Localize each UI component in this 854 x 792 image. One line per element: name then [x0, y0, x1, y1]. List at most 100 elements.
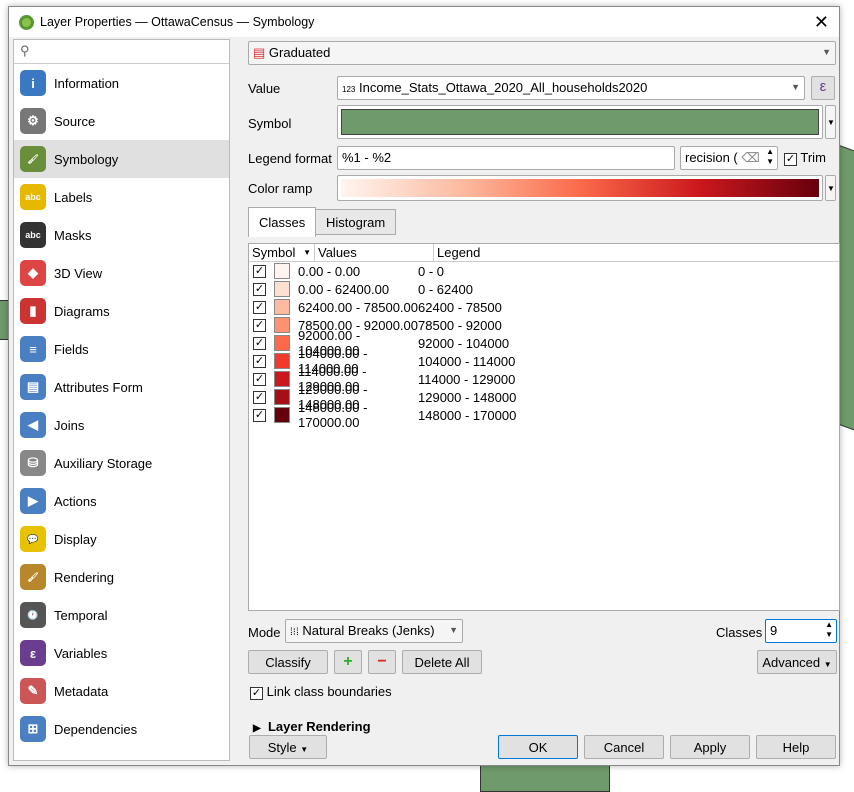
class-symbol-swatch[interactable] — [274, 371, 290, 387]
class-checkbox[interactable]: ✓ — [253, 300, 266, 314]
sidebar-item-symbology[interactable]: 🖌 Symbology — [14, 140, 229, 178]
qgis-logo-icon — [19, 14, 34, 30]
class-legend[interactable]: 62400 - 78500 — [418, 300, 502, 315]
class-symbol-swatch[interactable] — [274, 263, 290, 279]
sidebar-item-label: 3D View — [54, 265, 103, 281]
sidebar-item-masks[interactable]: abc Masks — [14, 216, 229, 254]
numeric-type-icon: 123 — [342, 85, 356, 94]
sidebar-search[interactable]: ⚲ — [14, 40, 229, 64]
legend-format-input[interactable]: %1 - %2 — [337, 146, 675, 170]
class-checkbox[interactable]: ✓ — [253, 282, 266, 296]
close-button[interactable]: ✕ — [814, 12, 829, 33]
class-checkbox[interactable]: ✓ — [253, 372, 266, 386]
sidebar-item-diagrams[interactable]: ▮ Diagrams — [14, 292, 229, 330]
class-values[interactable]: 148000.00 - 170000.00 — [298, 400, 418, 430]
table-row[interactable]: ✓ 0.00 - 62400.00 0 - 62400 — [249, 280, 839, 298]
tab-histogram[interactable]: Histogram — [315, 209, 397, 235]
class-symbol-swatch[interactable] — [274, 317, 290, 333]
class-symbol-swatch[interactable] — [274, 407, 290, 423]
classes-spinbox[interactable]: 9 ▲ ▼ — [765, 619, 837, 643]
class-values[interactable]: 0.00 - 62400.00 — [298, 282, 418, 297]
cancel-button[interactable]: Cancel — [584, 735, 664, 759]
sidebar-item-actions[interactable]: ▶ Actions — [14, 482, 229, 520]
classify-button[interactable]: Classify — [248, 650, 328, 674]
expression-button[interactable]: ε — [811, 76, 835, 100]
classes-label: Classes — [716, 625, 763, 640]
sidebar-item-3d-view[interactable]: ◆ 3D View — [14, 254, 229, 292]
class-legend[interactable]: 0 - 62400 — [418, 282, 473, 297]
link-boundaries-checkbox[interactable]: ✓ Link class boundaries — [250, 684, 392, 700]
apply-button[interactable]: Apply — [670, 735, 750, 759]
tab-classes[interactable]: Classes — [248, 207, 317, 237]
sidebar-item-label: Rendering — [54, 569, 114, 585]
sidebar-item-labels[interactable]: abc Labels — [14, 178, 229, 216]
class-legend[interactable]: 129000 - 148000 — [418, 390, 516, 405]
delete-all-button[interactable]: Delete All — [402, 650, 482, 674]
spin-arrows-icon: ▲ ▼ — [766, 147, 774, 166]
sidebar-item-fields[interactable]: ≡ Fields — [14, 330, 229, 368]
header-symbol[interactable]: Symbol ▼ — [249, 244, 315, 261]
class-legend[interactable]: 148000 - 170000 — [418, 408, 516, 423]
sidebar-item-label: Actions — [54, 493, 97, 509]
class-symbol-swatch[interactable] — [274, 299, 290, 315]
renderer-select[interactable]: ▤ Graduated ▼ — [248, 41, 836, 65]
dependencies-icon: ⊞ — [20, 716, 46, 742]
class-symbol-swatch[interactable] — [274, 335, 290, 351]
class-checkbox[interactable]: ✓ — [253, 264, 266, 278]
class-legend[interactable]: 114000 - 129000 — [418, 372, 515, 387]
help-button[interactable]: Help — [756, 735, 836, 759]
sidebar-item-dependencies[interactable]: ⊞ Dependencies — [14, 710, 229, 748]
trim-checkbox[interactable]: ✓ Trim — [784, 150, 826, 166]
sidebar-item-label: Masks — [54, 227, 92, 243]
sidebar-item-label: Information — [54, 75, 120, 91]
table-row[interactable]: ✓ 148000.00 - 170000.00 148000 - 170000 — [249, 400, 839, 430]
symbol-button[interactable] — [337, 105, 823, 139]
table-row[interactable]: ✓ 0.00 - 0.00 0 - 0 — [249, 262, 839, 280]
class-symbol-swatch[interactable] — [274, 281, 290, 297]
sidebar-item-rendering[interactable]: 🖌 Rendering — [14, 558, 229, 596]
table-row[interactable]: ✓ 62400.00 - 78500.00 62400 - 78500 — [249, 298, 839, 316]
add-class-button[interactable]: + — [334, 650, 362, 674]
sidebar-item-information[interactable]: i Information — [14, 64, 229, 102]
sidebar-item-attributes-form[interactable]: ▤ Attributes Form — [14, 368, 229, 406]
precision-spinbox[interactable]: recision ( ⌫ ▲ ▼ — [680, 146, 778, 170]
class-checkbox[interactable]: ✓ — [253, 408, 266, 422]
sidebar-item-auxiliary-storage[interactable]: ⛁ Auxiliary Storage — [14, 444, 229, 482]
sidebar-item-metadata[interactable]: ✎ Metadata — [14, 672, 229, 710]
remove-class-button[interactable]: − — [368, 650, 396, 674]
sidebar-item-display[interactable]: 💬 Display — [14, 520, 229, 558]
header-values[interactable]: Values — [315, 244, 434, 261]
class-checkbox[interactable]: ✓ — [253, 390, 266, 404]
class-legend[interactable]: 104000 - 114000 — [418, 354, 515, 369]
header-legend[interactable]: Legend — [434, 244, 839, 261]
class-symbol-swatch[interactable] — [274, 353, 290, 369]
sidebar-item-variables[interactable]: ε Variables — [14, 634, 229, 672]
class-legend[interactable]: 0 - 0 — [418, 264, 444, 279]
advanced-button[interactable]: Advanced ▼ — [757, 650, 837, 674]
ok-button[interactable]: OK — [498, 735, 578, 759]
sidebar-item-source[interactable]: ⚙ Source — [14, 102, 229, 140]
symbol-dropdown[interactable]: ▼ — [825, 105, 836, 139]
map-polygon — [480, 762, 610, 792]
diagrams-icon: ▮ — [20, 298, 46, 324]
layer-rendering-section[interactable]: ▶ Layer Rendering — [253, 719, 371, 734]
color-ramp-dropdown[interactable]: ▼ — [825, 175, 836, 201]
class-legend[interactable]: 92000 - 104000 — [418, 336, 509, 351]
class-symbol-swatch[interactable] — [274, 389, 290, 405]
sidebar-item-label: Temporal — [54, 607, 108, 623]
class-values[interactable]: 62400.00 - 78500.00 — [298, 300, 418, 315]
symbol-label: Symbol — [248, 116, 292, 131]
sidebar-item-label: Auxiliary Storage — [54, 455, 153, 471]
sidebar-item-temporal[interactable]: 🕐 Temporal — [14, 596, 229, 634]
value-field-select[interactable]: 123 Income_Stats_Ottawa_2020_All_househo… — [337, 76, 805, 100]
class-checkbox[interactable]: ✓ — [253, 354, 266, 368]
class-values[interactable]: 0.00 - 0.00 — [298, 264, 418, 279]
mode-select[interactable]: ⁞⁝⁞ Natural Breaks (Jenks) ▼ — [285, 619, 463, 643]
labels-icon: abc — [20, 184, 46, 210]
class-checkbox[interactable]: ✓ — [253, 336, 266, 350]
class-checkbox[interactable]: ✓ — [253, 318, 266, 332]
sidebar-item-joins[interactable]: ◀ Joins — [14, 406, 229, 444]
style-button[interactable]: Style ▼ — [249, 735, 327, 759]
class-legend[interactable]: 78500 - 92000 — [418, 318, 502, 333]
color-ramp-button[interactable] — [337, 175, 823, 201]
